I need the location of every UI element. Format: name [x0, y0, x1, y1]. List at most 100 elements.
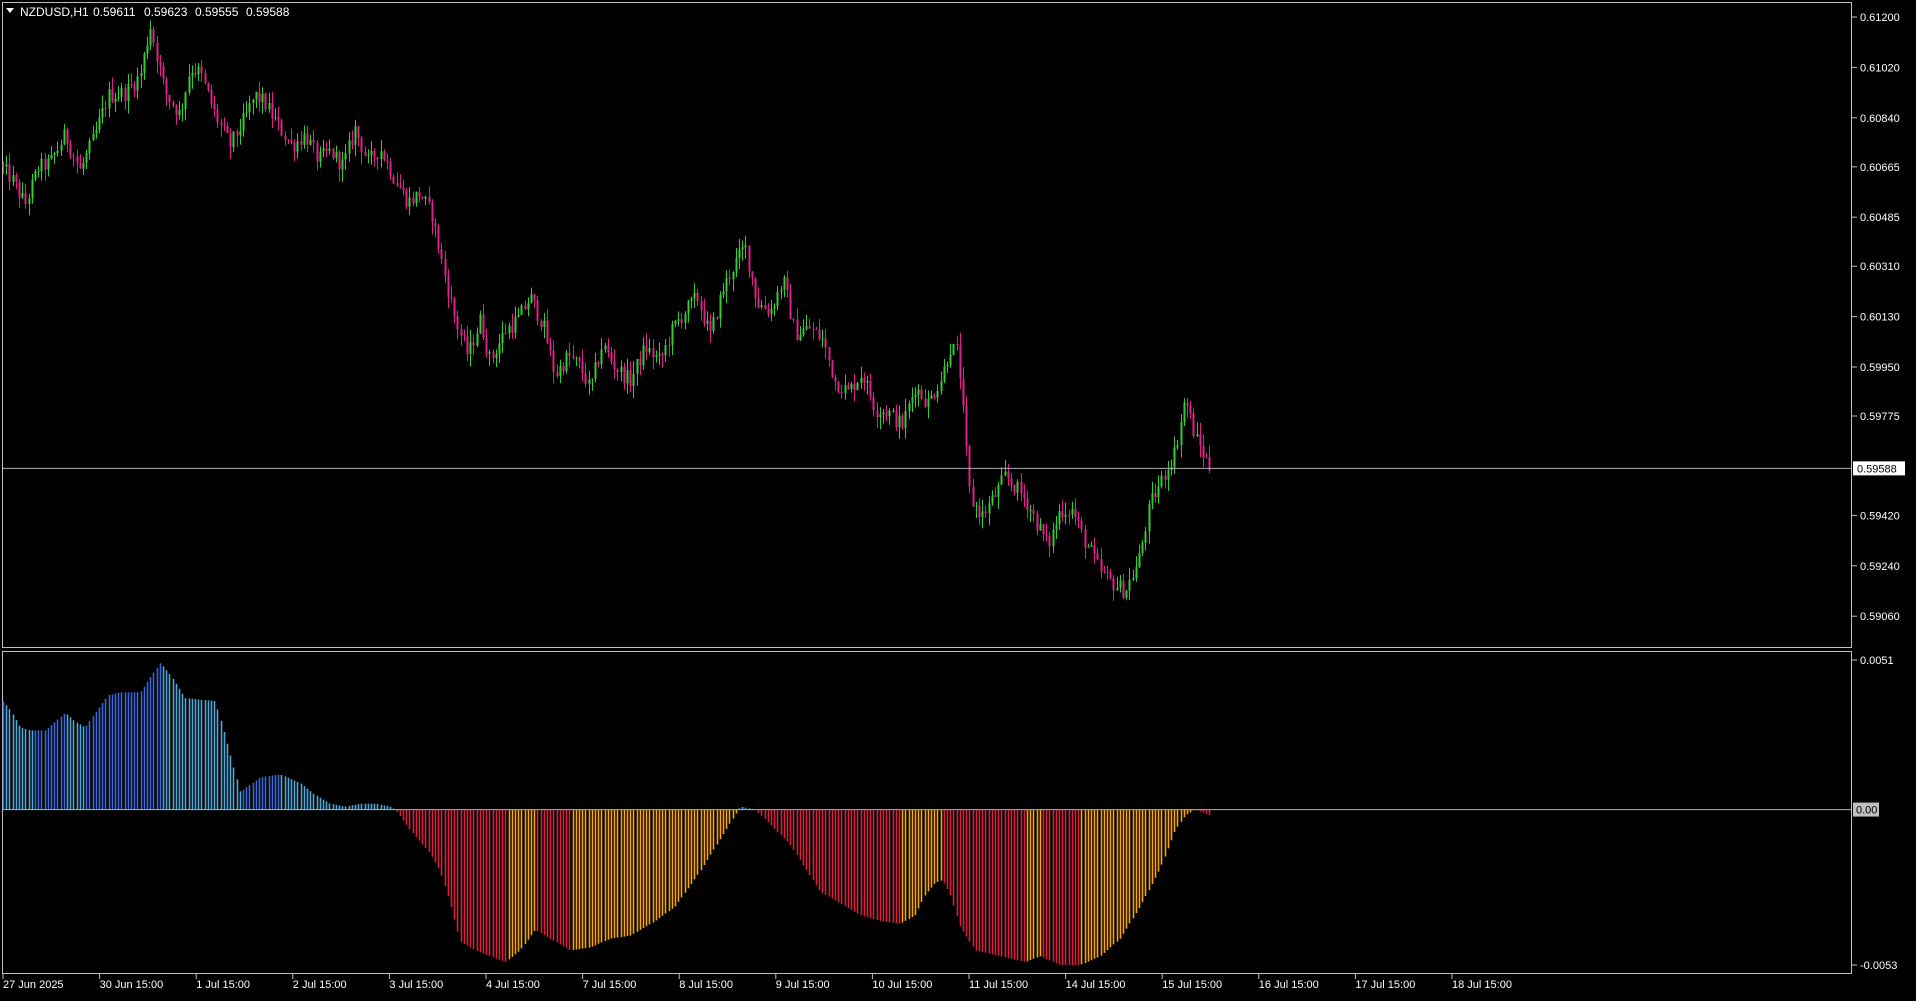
bear-candle	[213, 103, 216, 110]
bull-candle	[706, 320, 709, 324]
bull-candle	[178, 109, 181, 116]
bull-candle	[946, 365, 949, 367]
bull-candle	[648, 348, 651, 353]
bear-candle	[236, 131, 239, 136]
bear-candle	[840, 392, 843, 394]
bull-candle	[981, 511, 984, 518]
bull-candle	[735, 257, 738, 272]
bear-candle	[226, 125, 229, 134]
bear-candle	[376, 157, 379, 160]
bear-candle	[175, 105, 178, 116]
bear-candle	[210, 90, 213, 104]
bull-candle	[335, 151, 338, 159]
time-tick-label: 10 Jul 15:00	[872, 979, 932, 991]
bull-candle	[776, 291, 779, 307]
bear-candle	[444, 258, 447, 277]
bull-candle	[191, 72, 194, 77]
bear-candle	[258, 91, 261, 103]
bull-candle	[469, 342, 472, 355]
bear-candle	[1205, 456, 1208, 458]
price-tick-label: 0.60840	[1860, 113, 1900, 125]
chart-window[interactable]: NZDUSD,H1 0.59611 0.59623 0.59555 0.5958…	[0, 0, 1916, 996]
bull-candle	[495, 354, 498, 359]
bear-candle	[568, 352, 571, 356]
bear-candle	[623, 366, 626, 384]
bear-candle	[716, 317, 719, 319]
bear-candle	[652, 348, 655, 358]
bull-candle	[348, 140, 351, 154]
bear-candle	[312, 140, 315, 143]
bear-candle	[373, 151, 376, 158]
bear-candle	[392, 176, 395, 183]
bull-candle	[232, 131, 235, 148]
bear-candle	[968, 445, 971, 487]
bull-candle	[940, 380, 943, 392]
time-tick-label: 1 Jul 15:00	[196, 979, 250, 991]
price-tick-label: 0.59950	[1860, 362, 1900, 374]
bull-candle	[1173, 447, 1176, 468]
chart-header: NZDUSD,H1 0.59611 0.59623 0.59555 0.5958…	[6, 5, 290, 19]
bear-candle	[1154, 492, 1157, 498]
bear-candle	[863, 377, 866, 383]
price-tick-label: 0.59240	[1860, 561, 1900, 573]
bull-candle	[930, 395, 933, 399]
time-tick-label: 11 Jul 15:00	[969, 979, 1028, 991]
bull-candle	[415, 191, 418, 204]
bull-candle	[879, 414, 882, 417]
bull-candle	[799, 334, 802, 341]
bear-candle	[1103, 571, 1106, 573]
bear-candle	[325, 148, 328, 151]
bull-candle	[380, 151, 383, 160]
bull-candle	[783, 277, 786, 290]
time-tick-label: 2 Jul 15:00	[293, 979, 347, 991]
chart-canvas[interactable]: NZDUSD,H1 0.59611 0.59623 0.59555 0.5958…	[0, 0, 1916, 996]
bull-candle	[408, 197, 411, 207]
indicator-value-label: 0.00	[1856, 805, 1877, 817]
bear-candle	[504, 333, 507, 335]
bear-candle	[200, 66, 203, 74]
bull-candle	[1064, 514, 1067, 517]
bear-candle	[920, 389, 923, 399]
bull-candle	[520, 305, 523, 315]
bull-candle	[1125, 590, 1128, 599]
bear-candle	[402, 187, 405, 190]
bull-candle	[514, 316, 517, 333]
bear-candle	[418, 191, 421, 198]
bull-candle	[693, 292, 696, 299]
bull-candle	[242, 113, 245, 131]
bear-candle	[79, 163, 82, 169]
bull-candle	[626, 369, 629, 384]
bear-candle	[728, 277, 731, 280]
bear-candle	[1042, 524, 1045, 535]
bull-candle	[1157, 486, 1160, 498]
time-tick-label: 30 Jun 15:00	[100, 979, 164, 991]
bear-candle	[680, 319, 683, 323]
bear-candle	[956, 343, 959, 346]
bear-candle	[1100, 558, 1103, 572]
bull-candle	[575, 357, 578, 359]
bear-candle	[872, 397, 875, 411]
bull-candle	[802, 329, 805, 335]
bear-candle	[754, 278, 757, 298]
bear-candle	[66, 129, 69, 144]
time-tick-label: 7 Jul 15:00	[583, 979, 637, 991]
bull-candle	[1119, 580, 1122, 588]
bull-candle	[479, 314, 482, 334]
bear-candle	[216, 109, 219, 123]
bear-candle	[789, 290, 792, 319]
bear-candle	[152, 29, 155, 43]
bull-candle	[770, 308, 773, 315]
bull-candle	[309, 140, 312, 145]
bull-candle	[1138, 553, 1141, 567]
bear-candle	[837, 381, 840, 393]
bull-candle	[674, 320, 677, 324]
bear-candle	[1007, 471, 1010, 479]
bear-candle	[978, 505, 981, 518]
high-value: 0.59623	[144, 5, 188, 19]
bull-candle	[12, 175, 15, 182]
bear-candle	[703, 310, 706, 324]
bear-candle	[428, 196, 431, 203]
bull-candle	[37, 171, 40, 173]
bear-candle	[229, 133, 232, 148]
bull-candle	[274, 117, 277, 119]
